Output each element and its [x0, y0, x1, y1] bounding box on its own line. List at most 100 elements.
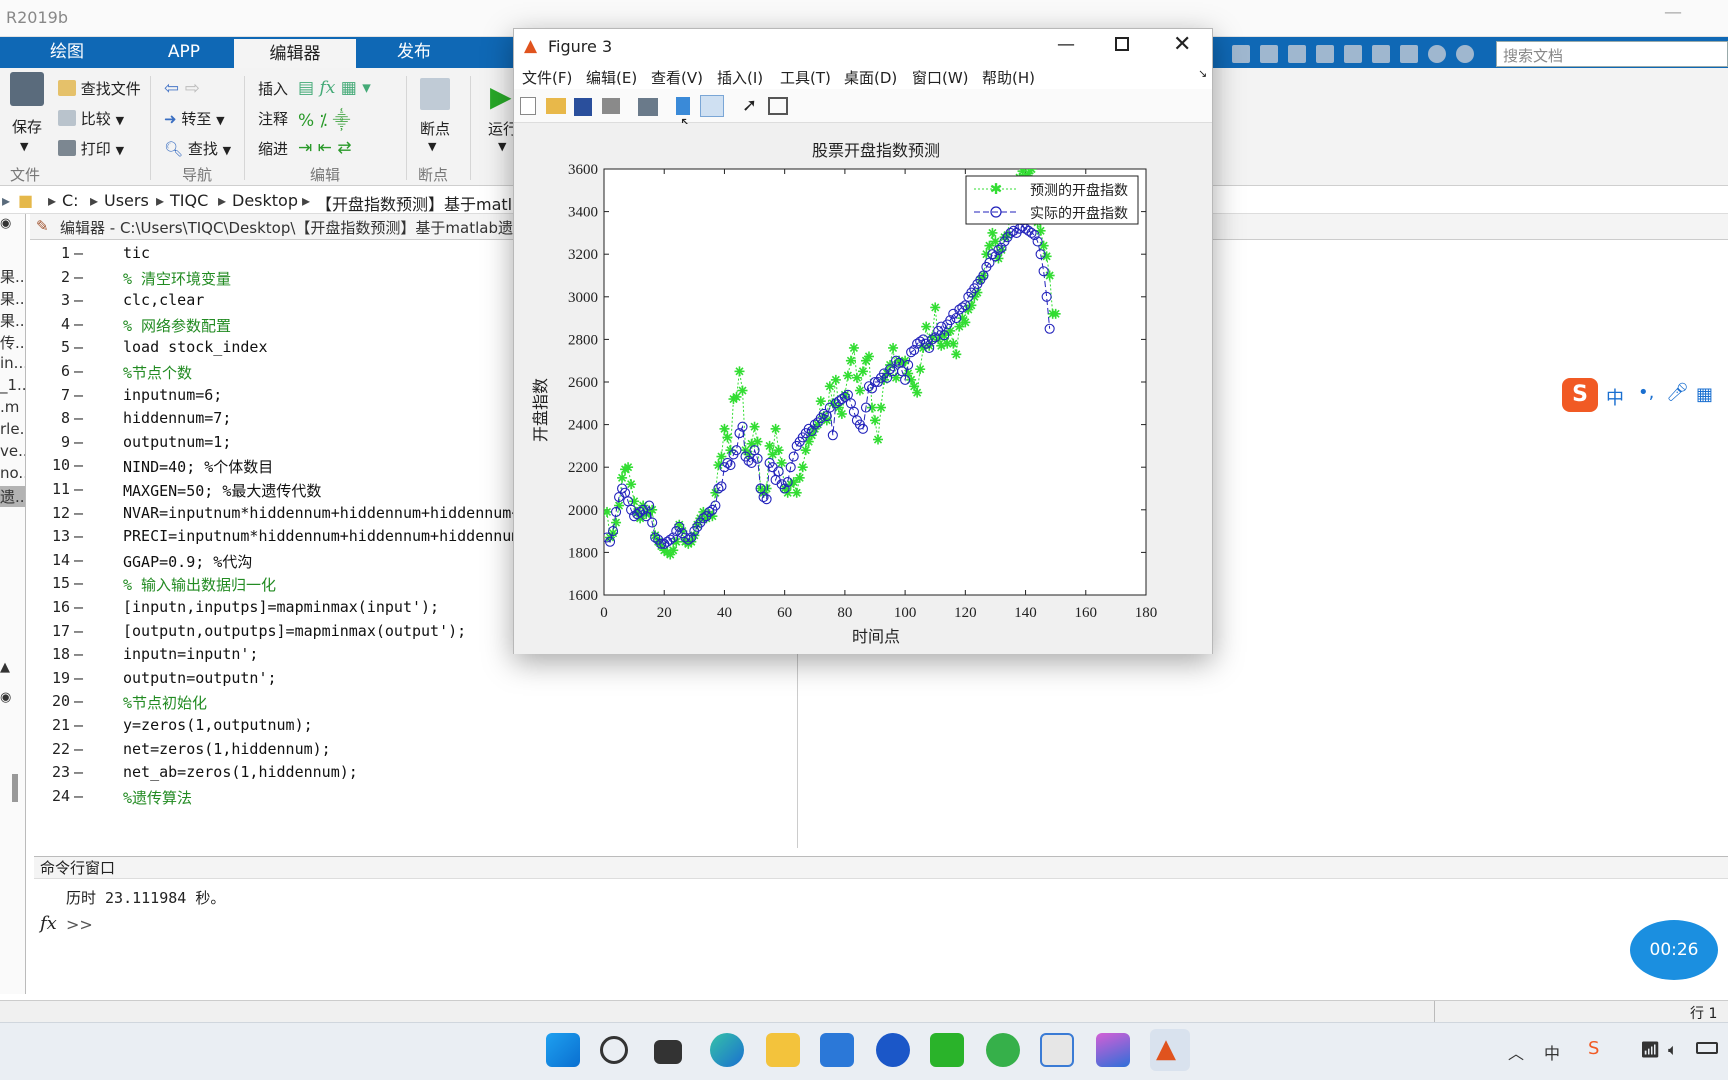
mail-icon[interactable] — [820, 1033, 854, 1067]
breakpoint-dash[interactable]: — — [74, 740, 83, 758]
insert-section-icon[interactable]: ▤ fx ▦ ▾ — [298, 78, 371, 98]
breakpoint-dash[interactable]: — — [74, 504, 83, 522]
indent-icon[interactable]: ⇥ ⇤ ⇄ — [298, 138, 352, 158]
breakpoint-dash[interactable]: — — [74, 787, 83, 805]
indent-button[interactable]: 缩进 — [258, 138, 288, 159]
battery-icon[interactable] — [1696, 1042, 1718, 1054]
save-dropdown-icon[interactable]: ▼ — [20, 140, 28, 153]
print-figure-icon[interactable] — [602, 98, 620, 114]
file-item[interactable]: _1... — [0, 376, 25, 394]
breakpoint-dash[interactable]: — — [74, 338, 83, 356]
breakpoint-dash[interactable]: — — [74, 315, 83, 333]
breakpoint-dash[interactable]: — — [74, 362, 83, 380]
panel-options-icon[interactable]: ◉ — [0, 690, 25, 705]
breakpoint-dash[interactable]: — — [74, 763, 83, 781]
menu-edit[interactable]: 编辑(E) — [586, 67, 637, 88]
snipping-tool-icon[interactable] — [1040, 1033, 1074, 1067]
file-item[interactable]: rle... — [0, 420, 25, 438]
breakpoint-dash[interactable]: — — [74, 480, 83, 498]
file-item[interactable]: 果... — [0, 310, 25, 331]
menu-desktop[interactable]: 桌面(D) — [844, 67, 897, 88]
path-segment[interactable]: Users — [104, 191, 149, 210]
edit-plot-cursor-icon[interactable]: ➚ — [742, 95, 757, 116]
file-item[interactable]: .m — [0, 398, 25, 416]
figure-title-bar[interactable]: ▲ Figure 3 — ✕ — [514, 29, 1212, 65]
file-item[interactable]: no... — [0, 464, 25, 482]
sogou-tray-icon[interactable]: S — [1588, 1038, 1599, 1059]
code-line[interactable]: 21— y=zeros(1,outputnum); — [30, 716, 797, 742]
breakpoint-dash[interactable]: — — [74, 291, 83, 309]
redo-icon[interactable] — [1372, 45, 1390, 63]
breakpoints-dropdown-icon[interactable]: ▼ — [428, 140, 436, 153]
tray-overflow-icon[interactable]: ︿ — [1508, 1040, 1524, 1064]
breakpoint-dash[interactable]: — — [74, 645, 83, 663]
compare-button[interactable]: 比较 ▼ — [58, 108, 124, 129]
menu-file[interactable]: 文件(F) — [522, 67, 572, 88]
maximize-icon[interactable] — [1115, 37, 1129, 51]
code-line[interactable]: 24— %遗传算法 — [30, 787, 797, 813]
new-figure-icon[interactable] — [520, 97, 536, 115]
menu-insert[interactable]: 插入(I) — [717, 67, 763, 88]
file-item[interactable]: ve... — [0, 442, 25, 460]
edge-browser-icon[interactable] — [710, 1033, 744, 1067]
keyboard-icon[interactable]: ▦ — [1696, 384, 1713, 405]
insert-legend-icon[interactable] — [700, 95, 724, 117]
photos-icon[interactable] — [1096, 1033, 1130, 1067]
path-segment[interactable]: C: — [62, 191, 79, 210]
undo-icon[interactable] — [1344, 45, 1362, 63]
tab-apps[interactable]: APP — [134, 37, 234, 68]
open-file-icon[interactable] — [546, 98, 566, 114]
file-item[interactable]: 果... — [0, 266, 25, 287]
panel-collapse-icon[interactable]: ◉ — [0, 216, 25, 231]
breakpoint-dash[interactable]: — — [74, 574, 83, 592]
file-item[interactable]: 果... — [0, 288, 25, 309]
ie-browser-icon[interactable] — [986, 1033, 1020, 1067]
breakpoint-dash[interactable]: — — [74, 244, 83, 262]
paste-icon[interactable] — [1316, 45, 1334, 63]
insert-button[interactable]: 插入 — [258, 78, 288, 99]
file-item[interactable]: 传... — [0, 332, 25, 353]
breakpoint-dash[interactable]: — — [74, 669, 83, 687]
breakpoint-dash[interactable]: — — [74, 433, 83, 451]
breakpoint-dash[interactable]: — — [74, 386, 83, 404]
wifi-icon[interactable]: 📶︎ — [1640, 1040, 1660, 1059]
wechat-icon[interactable] — [930, 1033, 964, 1067]
breakpoint-dash[interactable]: — — [74, 456, 83, 474]
breakpoints-icon[interactable] — [420, 78, 450, 110]
print-button[interactable]: 打印 ▼ — [58, 138, 124, 159]
tab-plots[interactable]: 绘图 — [0, 37, 134, 68]
breakpoint-dash[interactable]: — — [74, 622, 83, 640]
tab-publish[interactable]: 发布 — [356, 37, 472, 68]
search-documentation-input[interactable]: 搜索文档 — [1496, 41, 1728, 67]
command-prompt[interactable]: >> — [66, 915, 93, 934]
menu-help[interactable]: 帮助(H) — [982, 67, 1035, 88]
breakpoint-dash[interactable]: — — [74, 598, 83, 616]
scrollbar-thumb[interactable] — [12, 774, 18, 802]
save-icon[interactable] — [10, 72, 44, 106]
code-line[interactable]: 22— net=zeros(1,hiddennum); — [30, 740, 797, 766]
ime-language-toggle[interactable]: 中 — [1606, 384, 1624, 410]
property-inspector-icon[interactable] — [768, 97, 788, 115]
save-icon[interactable] — [1232, 45, 1250, 63]
search-icon[interactable] — [600, 1036, 628, 1064]
link-plot-icon[interactable] — [638, 98, 658, 116]
find-files-button[interactable]: 查找文件 — [58, 78, 141, 99]
run-dropdown-icon[interactable]: ▼ — [498, 140, 506, 153]
menu-view[interactable]: 查看(V) — [651, 67, 703, 88]
volume-icon[interactable]: 🔈︎ — [1668, 1040, 1678, 1060]
code-line[interactable]: 23— net_ab=zeros(1,hiddennum); — [30, 763, 797, 789]
microphone-icon[interactable]: 🎤︎ — [1666, 382, 1689, 403]
breakpoint-dash[interactable]: — — [74, 409, 83, 427]
path-segment[interactable]: TIQC — [170, 191, 208, 210]
back-arrow-icon[interactable]: ⇦ ⇨ — [164, 78, 200, 99]
dock-arrow-icon[interactable]: ↘ — [1198, 67, 1207, 80]
switch-windows-icon[interactable] — [1400, 45, 1418, 63]
windows-start-icon[interactable] — [546, 1033, 580, 1067]
punctuation-icon[interactable]: •, — [1638, 382, 1654, 403]
path-segment[interactable]: Desktop — [232, 191, 298, 210]
save-button[interactable]: 保存 — [12, 116, 42, 137]
sogou-logo-icon[interactable]: S — [1562, 378, 1598, 412]
save-figure-icon[interactable] — [574, 98, 592, 116]
minimize-icon[interactable]: — — [1664, 2, 1682, 23]
run-icon[interactable]: ▶ — [490, 80, 512, 113]
